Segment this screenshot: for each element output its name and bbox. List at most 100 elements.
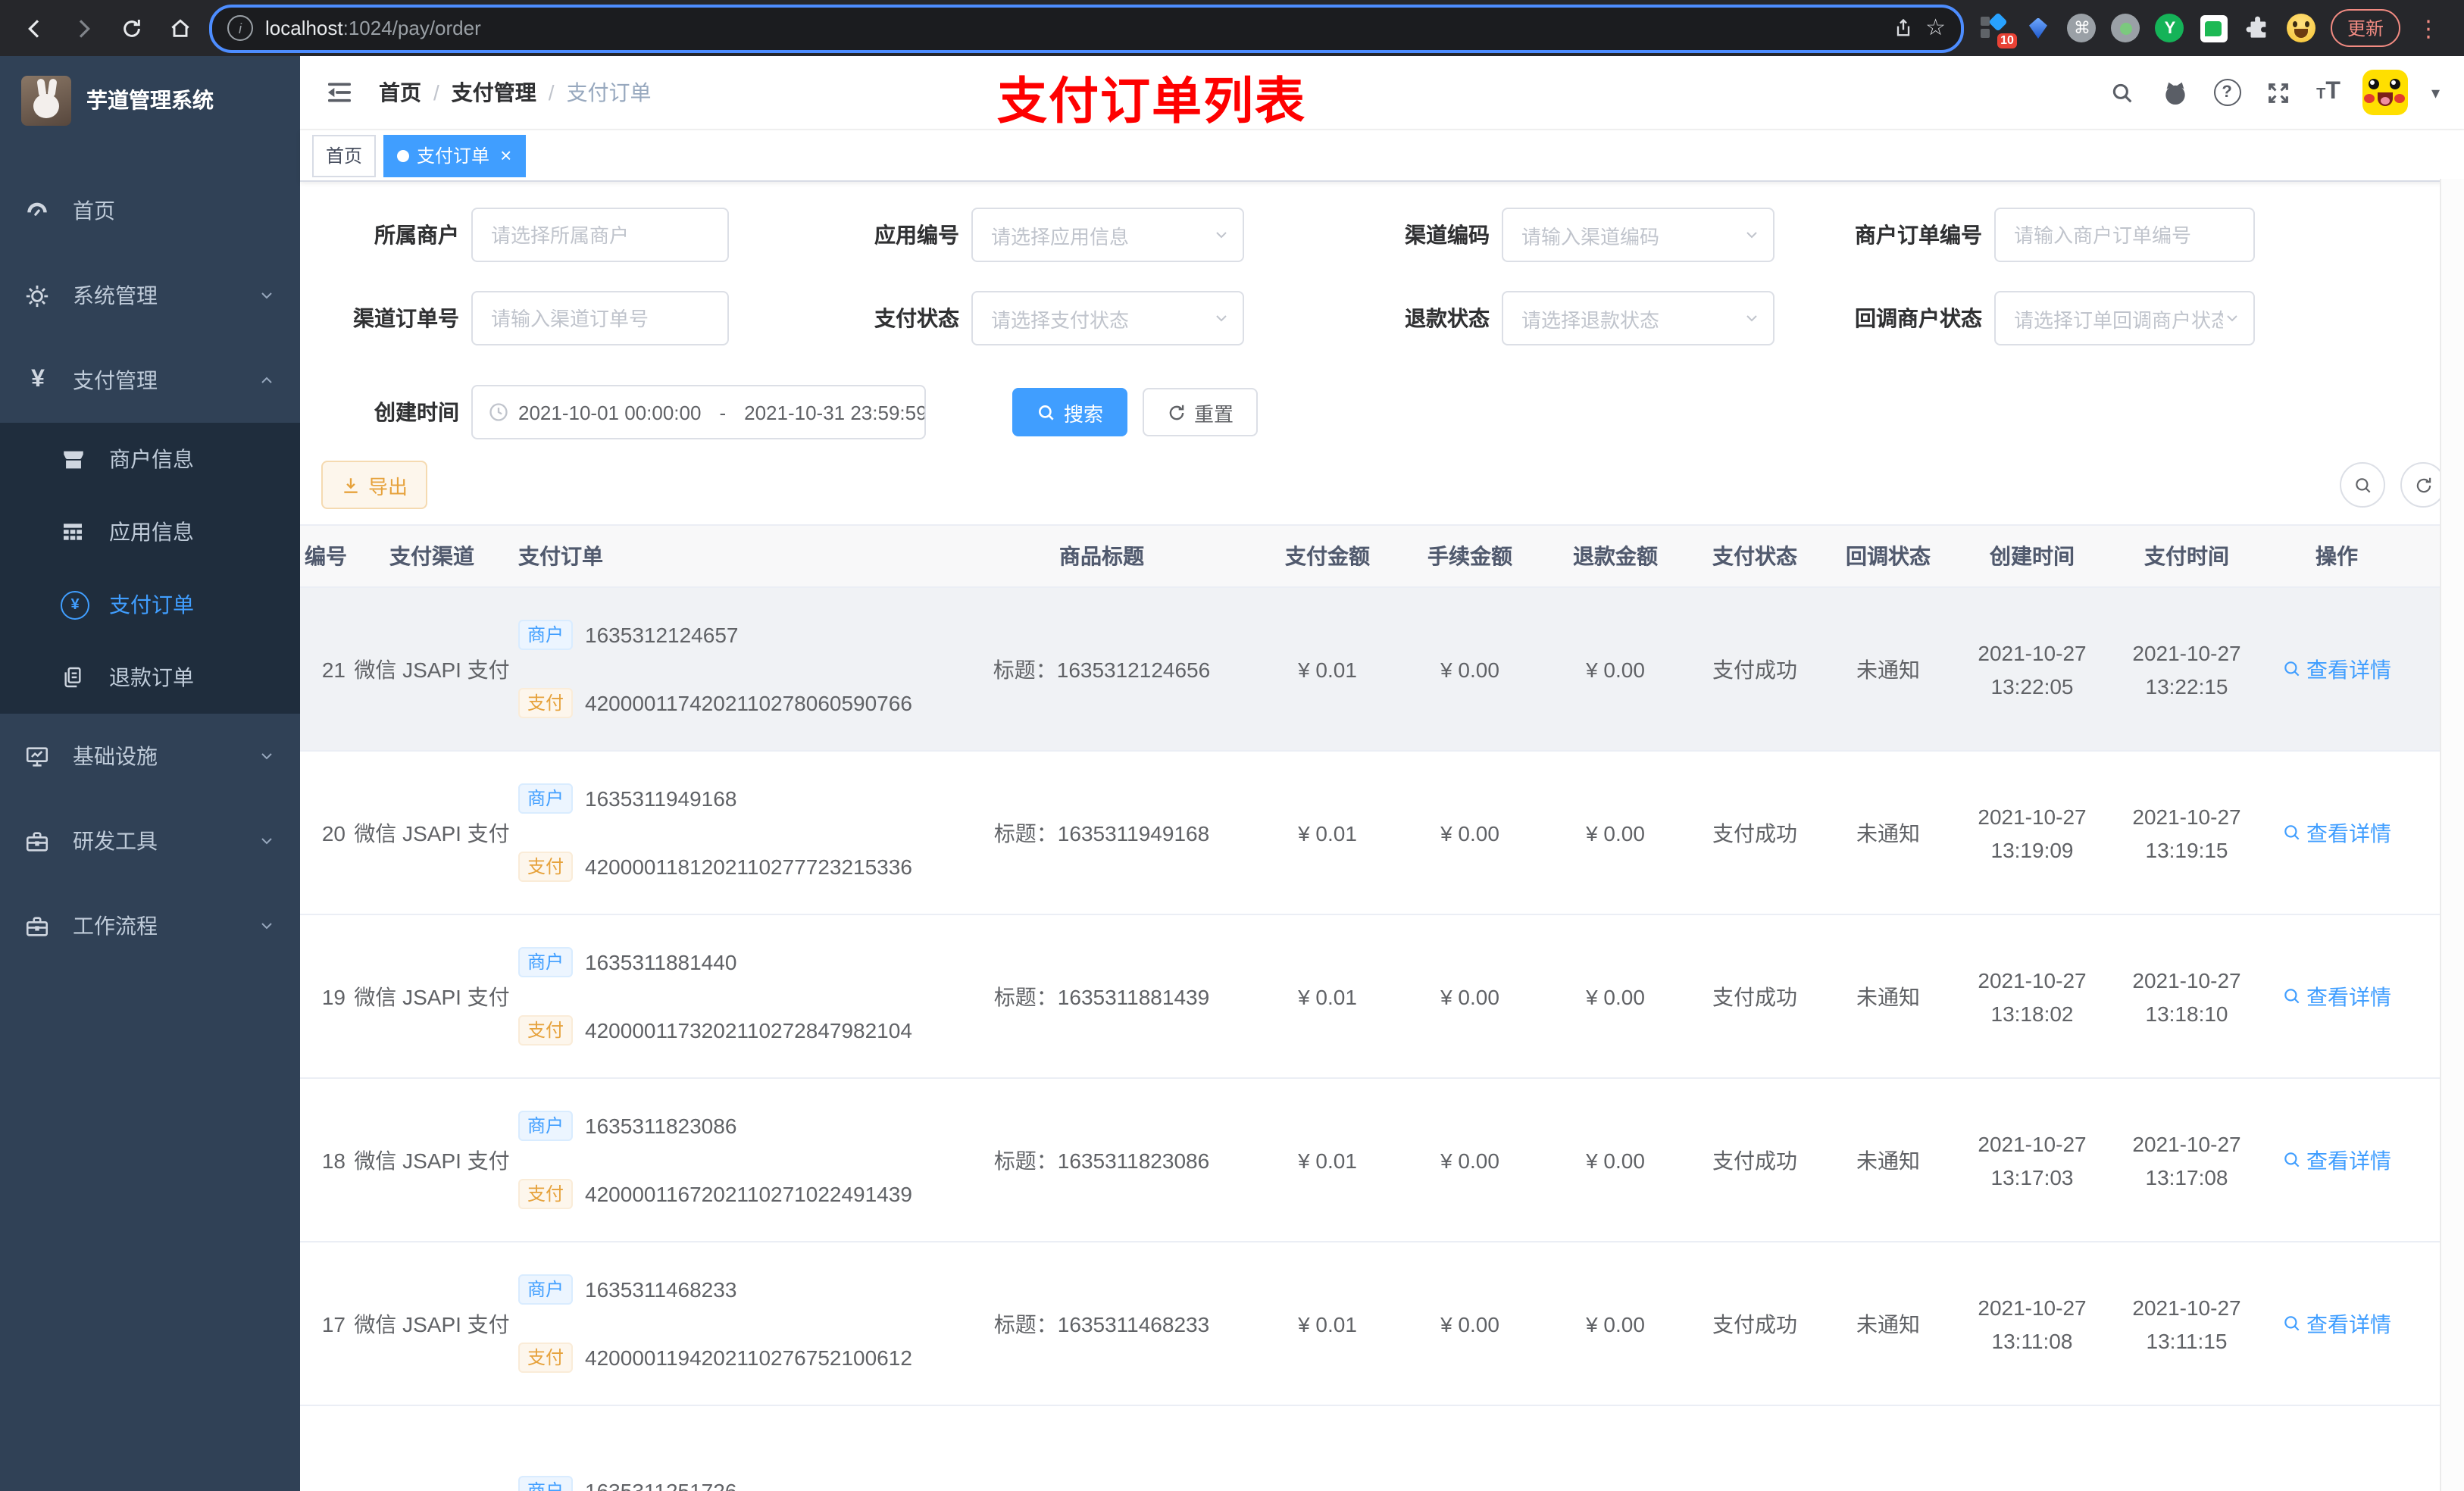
sidebar-item-pay-order[interactable]: ¥ 支付订单 bbox=[0, 568, 300, 641]
pay-status-label: 支付状态 bbox=[874, 306, 959, 330]
notify-text: 未通知 bbox=[1856, 1148, 1920, 1172]
sidebar-item-dev-tools[interactable]: 研发工具 bbox=[0, 799, 300, 883]
breadcrumb-home[interactable]: 首页 bbox=[379, 77, 421, 108]
sidebar-item-refund-order[interactable]: 退款订单 bbox=[0, 641, 300, 714]
close-icon[interactable]: × bbox=[500, 145, 511, 165]
app-title: 芋道管理系统 bbox=[86, 88, 214, 112]
page-scrollbar[interactable] bbox=[2440, 179, 2464, 1491]
sidebar-item-pay[interactable]: ¥ 支付管理 bbox=[0, 338, 300, 423]
github-icon[interactable] bbox=[2160, 77, 2190, 108]
extension-record-icon[interactable] bbox=[2111, 13, 2141, 43]
reset-button[interactable]: 重置 bbox=[1143, 388, 1259, 436]
chevron-down-icon bbox=[258, 917, 276, 935]
tags-view-bar: 首页 支付订单 × bbox=[300, 130, 2464, 182]
filter-form: 所属商户 应用编号 请选择应用信息 渠道编码 bbox=[300, 182, 2464, 509]
merchant-input[interactable] bbox=[471, 208, 729, 262]
browser-home-button[interactable] bbox=[161, 8, 200, 48]
page-content: 所属商户 应用编号 请选择应用信息 渠道编码 bbox=[300, 182, 2464, 1491]
pay-tag: 支付 bbox=[518, 1179, 574, 1209]
header-search-icon[interactable] bbox=[2107, 77, 2137, 108]
extension-command-icon[interactable]: ⌘ bbox=[2067, 13, 2097, 43]
notify-status-label: 回调商户状态 bbox=[1855, 306, 1982, 330]
col-paid: 支付时间 bbox=[2144, 544, 2229, 568]
merchant-tag: 商户 bbox=[518, 947, 574, 977]
search-icon bbox=[2284, 825, 2300, 840]
col-status: 支付状态 bbox=[1712, 544, 1797, 568]
extension-chat-icon[interactable] bbox=[2199, 13, 2229, 43]
extensions-puzzle-icon[interactable] bbox=[2243, 13, 2273, 43]
view-detail-link[interactable]: 查看详情 bbox=[2282, 1308, 2391, 1339]
sidebar-item-app-info[interactable]: 应用信息 bbox=[0, 495, 300, 568]
help-icon[interactable]: ? bbox=[2213, 79, 2241, 106]
notify-status-select[interactable]: 请选择订单回调商户状态 bbox=[1994, 291, 2255, 345]
extensions-area: 10 ⌘ Y 更新 ⋮ bbox=[1973, 9, 2449, 48]
home-icon bbox=[171, 18, 189, 36]
navbar-actions: ? TT ▾ bbox=[2107, 70, 2455, 115]
browser-menu-icon[interactable]: ⋮ bbox=[2414, 14, 2443, 42]
sidebar-item-system[interactable]: 系统管理 bbox=[0, 253, 300, 338]
tab-pay-order[interactable]: 支付订单 × bbox=[383, 134, 526, 177]
app-select[interactable]: 请选择应用信息 bbox=[971, 208, 1244, 262]
col-refund: 退款金额 bbox=[1573, 544, 1658, 568]
tab-home[interactable]: 首页 bbox=[312, 134, 377, 177]
share-icon[interactable] bbox=[1892, 17, 1913, 39]
address-bar[interactable]: i localhost:1024/pay/order ☆ bbox=[209, 4, 1964, 52]
font-size-icon[interactable]: TT bbox=[2316, 79, 2340, 106]
create-time-label: 创建时间 bbox=[374, 400, 459, 424]
channel-order-no-input[interactable] bbox=[471, 291, 729, 345]
merchant-order-no-input[interactable] bbox=[1994, 208, 2255, 262]
pay-status-select[interactable]: 请选择支付状态 bbox=[971, 291, 1244, 345]
view-detail-link[interactable]: 查看详情 bbox=[2282, 817, 2391, 848]
dashboard-icon bbox=[24, 198, 52, 223]
pay-tag: 支付 bbox=[518, 852, 574, 882]
table-row: 21 微信 JSAPI 支付 商户 1635312124657 支付 4200001… bbox=[300, 588, 2464, 752]
bookmark-star-icon[interactable]: ☆ bbox=[1925, 17, 1946, 39]
site-info-icon[interactable]: i bbox=[227, 15, 253, 41]
view-detail-link[interactable]: 查看详情 bbox=[2282, 654, 2391, 684]
extension-y-icon[interactable]: Y bbox=[2155, 13, 2185, 43]
channel-order-no-label: 渠道订单号 bbox=[353, 306, 459, 330]
extension-blocks-icon[interactable]: 10 bbox=[1979, 11, 2017, 48]
sidebar-item-infra[interactable]: 基础设施 bbox=[0, 714, 300, 799]
extension-kite-icon[interactable] bbox=[2023, 13, 2053, 43]
profile-avatar-icon[interactable] bbox=[2287, 13, 2317, 43]
notify-text: 未通知 bbox=[1856, 821, 1920, 845]
refund-status-label: 退款状态 bbox=[1405, 306, 1490, 330]
search-button[interactable]: 搜索 bbox=[1012, 388, 1128, 436]
sidebar-item-workflow[interactable]: 工作流程 bbox=[0, 883, 300, 968]
url-text: localhost:1024/pay/order bbox=[265, 17, 481, 39]
view-detail-link[interactable]: 查看详情 bbox=[2282, 981, 2391, 1011]
merchant-tag: 商户 bbox=[518, 620, 574, 650]
monitor-icon bbox=[24, 743, 52, 769]
user-avatar[interactable] bbox=[2362, 70, 2409, 115]
avatar-caret-icon[interactable]: ▾ bbox=[2431, 83, 2440, 102]
breadcrumb: 首页 / 支付管理 / 支付订单 bbox=[379, 77, 652, 108]
search-icon bbox=[2284, 661, 2300, 677]
refresh-table-button[interactable] bbox=[2400, 462, 2446, 508]
fullscreen-icon[interactable] bbox=[2263, 77, 2294, 108]
view-detail-link[interactable]: 查看详情 bbox=[2282, 1145, 2391, 1175]
channel-code-select[interactable]: 请输入渠道编码 bbox=[1502, 208, 1775, 262]
chevron-down-icon bbox=[1212, 309, 1230, 327]
browser-forward-button[interactable] bbox=[64, 8, 103, 48]
search-icon bbox=[1039, 405, 1054, 420]
browser-reload-button[interactable] bbox=[112, 8, 152, 48]
sidebar-collapse-icon[interactable] bbox=[309, 77, 370, 108]
refund-status-select[interactable]: 请选择退款状态 bbox=[1502, 291, 1775, 345]
chevron-down-icon bbox=[258, 286, 276, 305]
chevron-down-icon bbox=[1212, 226, 1230, 244]
browser-back-button[interactable] bbox=[15, 8, 55, 48]
breadcrumb-pay[interactable]: 支付管理 bbox=[452, 77, 536, 108]
sidebar-item-merchant-info[interactable]: 商户信息 bbox=[0, 423, 300, 495]
search-icon bbox=[2284, 1152, 2300, 1167]
export-button[interactable]: 导出 bbox=[321, 461, 428, 509]
sidebar-item-home[interactable]: 首页 bbox=[0, 168, 300, 253]
table-row: 20 微信 JSAPI 支付 商户 1635311949168 支付 4200001… bbox=[300, 752, 2464, 915]
browser-update-button[interactable]: 更新 bbox=[2330, 9, 2400, 47]
toggle-search-button[interactable] bbox=[2340, 462, 2385, 508]
app-logo-row[interactable]: 芋道管理系统 bbox=[0, 56, 300, 144]
sidebar: 芋道管理系统 首页 系统管理 ¥ 支付管理 商户信息 应用信息 ¥ 支付订单 退… bbox=[0, 56, 300, 1491]
create-time-range-input[interactable]: 2021-10-01 00:00:00 - 2021-10-31 23:59:5… bbox=[471, 385, 926, 439]
reload-icon bbox=[124, 19, 140, 36]
search-icon bbox=[2355, 477, 2370, 492]
